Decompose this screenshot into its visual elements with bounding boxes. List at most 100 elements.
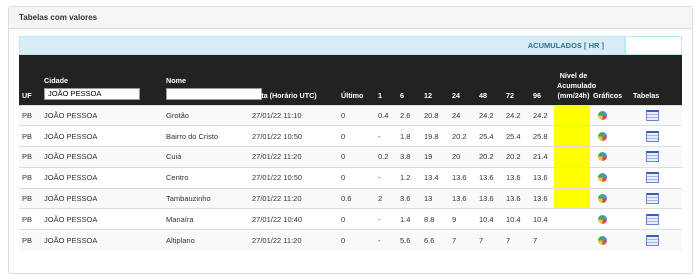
table-row: PB JOÃO PESSOA Centro 27/01/22 10:50 0-1.2 13… — [19, 166, 682, 189]
header-nome: Nome — [163, 55, 262, 105]
cell-h6: 1.2 — [397, 166, 421, 189]
pie-chart-icon[interactable] — [598, 131, 607, 141]
cell-h6: 1.8 — [397, 125, 421, 147]
cell-h72: 10.4 — [503, 208, 530, 230]
graficos-cell — [590, 125, 630, 147]
cell-h1: 2 — [375, 187, 397, 209]
cell-cidade: JOÃO PESSOA — [41, 146, 163, 168]
cell-nome: Manaíra — [163, 208, 249, 230]
cell-h1: 0.4 — [375, 104, 397, 126]
cell-h96: 25.8 — [530, 125, 554, 147]
cell-h1: - — [375, 208, 397, 230]
cell-h12: 19.8 — [421, 125, 449, 147]
header-cidade-label: Cidade — [44, 75, 68, 85]
cell-ultimo: 0 — [338, 104, 375, 126]
tabelas-cell — [630, 104, 682, 126]
cell-h48: 25.4 — [476, 125, 503, 147]
nome-filter-input[interactable] — [166, 87, 262, 100]
cell-data: 27/01/22 10:50 — [249, 166, 338, 189]
table-icon[interactable] — [646, 130, 659, 142]
header-cidade: Cidade — [41, 55, 163, 105]
cell-h96: 24.2 — [530, 104, 554, 126]
cell-nome: Tambauzinho — [163, 187, 249, 209]
nivel-indicator — [554, 229, 590, 251]
cell-data: 27/01/22 10:40 — [249, 208, 338, 230]
cell-h72: 25.4 — [503, 125, 530, 147]
cell-ultimo: 0 — [338, 125, 375, 147]
cell-uf: PB — [19, 125, 41, 147]
table-row: PB JOÃO PESSOA Altiplano 27/01/22 11:20 0-5.… — [19, 229, 682, 251]
table-icon[interactable] — [646, 172, 659, 184]
table-row: PB JOÃO PESSOA Grotão 27/01/22 11:10 0 0.4 2.6… — [19, 104, 682, 126]
pie-chart-icon[interactable] — [598, 110, 607, 120]
cell-h24: 20 — [449, 146, 476, 168]
tabelas-cell — [630, 187, 682, 209]
cell-ultimo: 0 — [338, 166, 375, 189]
cell-h24: 7 — [449, 229, 476, 251]
cell-data: 27/01/22 11:20 — [249, 229, 338, 251]
cell-data: 27/01/22 10:50 — [249, 125, 338, 147]
cell-nome: Altiplano — [163, 229, 249, 251]
graficos-cell — [590, 146, 630, 168]
cell-h72: 7 — [503, 229, 530, 251]
cell-cidade: JOÃO PESSOA — [41, 208, 163, 230]
cell-cidade: JOÃO PESSOA — [41, 104, 163, 126]
cell-uf: PB — [19, 146, 41, 168]
cell-uf: PB — [19, 187, 41, 209]
cell-h6: 1.4 — [397, 208, 421, 230]
header-uf: UF — [22, 90, 32, 100]
tabelas-cell — [630, 146, 682, 168]
cell-h48: 24.2 — [476, 104, 503, 126]
table-row: PB JOÃO PESSOA Bairro do Cristo 27/01/22 10… — [19, 125, 682, 147]
table-header-row: UF Cidade Nome Data (Horário UTC) Último… — [19, 55, 682, 105]
nivel-indicator — [554, 187, 590, 209]
cell-h24: 24 — [449, 104, 476, 126]
header-data: Data (Horário UTC) — [252, 90, 317, 100]
nivel-indicator — [554, 146, 590, 168]
cell-h96: 10.4 — [530, 208, 554, 230]
cell-uf: PB — [19, 229, 41, 251]
table-icon[interactable] — [646, 234, 659, 246]
header-nome-label: Nome — [166, 75, 186, 85]
table-icon[interactable] — [646, 213, 659, 225]
pie-chart-icon[interactable] — [598, 214, 607, 224]
nivel-indicator — [554, 166, 590, 189]
cell-h72: 24.2 — [503, 104, 530, 126]
pie-chart-icon[interactable] — [598, 235, 607, 245]
cell-h6: 2.6 — [397, 104, 421, 126]
cell-h48: 20.2 — [476, 146, 503, 168]
cell-h12: 6.6 — [421, 229, 449, 251]
pie-chart-icon[interactable] — [598, 194, 607, 204]
nivel-indicator — [554, 104, 590, 126]
graficos-cell — [590, 229, 630, 251]
graficos-cell — [590, 187, 630, 209]
table-icon[interactable] — [646, 151, 659, 163]
cell-h48: 13.6 — [476, 187, 503, 209]
cell-h1: - — [375, 229, 397, 251]
cell-h1: - — [375, 125, 397, 147]
cidade-filter-input[interactable] — [44, 87, 140, 100]
table-body: PB JOÃO PESSOA Grotão 27/01/22 11:10 0 0.4 2.6… — [19, 104, 682, 251]
table-icon[interactable] — [646, 109, 659, 121]
cell-h96: 7 — [530, 229, 554, 251]
accumulated-header-row: ACUMULADOS [ HR ] — [19, 36, 682, 55]
cell-ultimo: 0.6 — [338, 187, 375, 209]
cell-nome: Centro — [163, 166, 249, 189]
cell-h12: 8.8 — [421, 208, 449, 230]
nivel-indicator — [554, 125, 590, 147]
cell-nome: Bairro do Cristo — [163, 125, 249, 147]
graficos-cell — [590, 104, 630, 126]
pie-chart-icon[interactable] — [598, 152, 607, 162]
values-panel: Tabelas com valores ACUMULADOS [ HR ] UF… — [8, 6, 693, 274]
panel-title: Tabelas com valores — [9, 7, 692, 29]
cell-h24: 13.6 — [449, 166, 476, 189]
table-icon[interactable] — [646, 193, 659, 205]
cell-h72: 20.2 — [503, 146, 530, 168]
header-h1: 1 — [378, 90, 382, 100]
pie-chart-icon[interactable] — [598, 173, 607, 183]
accumulated-blank-cell — [625, 36, 682, 55]
accumulated-label: ACUMULADOS [ HR ] — [19, 36, 625, 55]
cell-uf: PB — [19, 208, 41, 230]
cell-uf: PB — [19, 104, 41, 126]
cell-h96: 21.4 — [530, 146, 554, 168]
